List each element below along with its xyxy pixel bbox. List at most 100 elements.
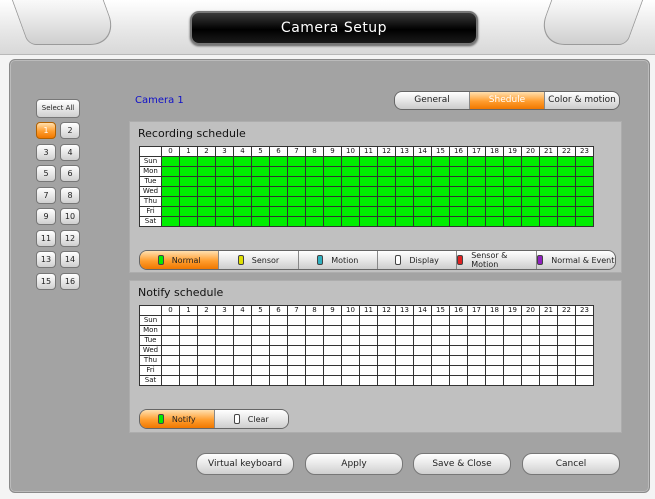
hour-header[interactable]: 2 xyxy=(197,305,216,316)
schedule-cell[interactable] xyxy=(449,156,468,167)
schedule-cell[interactable] xyxy=(161,365,180,376)
schedule-cell[interactable] xyxy=(377,156,396,167)
recording-schedule-grid[interactable]: 0 1 2 3 4 5 6 7 8 9 10 11 12 13 14 15 16 17 18 19 20 21 22 23 Su… xyxy=(139,146,594,227)
schedule-cell[interactable] xyxy=(557,355,576,366)
schedule-cell[interactable] xyxy=(485,216,504,227)
schedule-cell[interactable] xyxy=(449,216,468,227)
hour-header[interactable]: 21 xyxy=(539,146,558,157)
schedule-cell[interactable] xyxy=(179,216,198,227)
schedule-cell[interactable] xyxy=(377,206,396,217)
camera-button-10[interactable]: 10 xyxy=(60,208,80,225)
schedule-cell[interactable] xyxy=(305,335,324,346)
camera-button-2[interactable]: 2 xyxy=(60,122,80,139)
schedule-cell[interactable] xyxy=(413,345,432,356)
schedule-cell[interactable] xyxy=(305,186,324,197)
schedule-cell[interactable] xyxy=(377,196,396,207)
schedule-cell[interactable] xyxy=(215,216,234,227)
schedule-cell[interactable] xyxy=(485,355,504,366)
schedule-cell[interactable] xyxy=(485,166,504,177)
hour-header[interactable]: 20 xyxy=(521,305,540,316)
schedule-cell[interactable] xyxy=(557,196,576,207)
schedule-cell[interactable] xyxy=(431,216,450,227)
schedule-cell[interactable] xyxy=(323,196,342,207)
schedule-cell[interactable] xyxy=(305,315,324,326)
schedule-cell[interactable] xyxy=(179,196,198,207)
schedule-cell[interactable] xyxy=(305,355,324,366)
hour-header[interactable]: 23 xyxy=(575,305,594,316)
schedule-cell[interactable] xyxy=(431,186,450,197)
mode-clear-button[interactable]: Clear xyxy=(214,410,288,428)
schedule-cell[interactable] xyxy=(503,166,522,177)
schedule-cell[interactable] xyxy=(251,156,270,167)
schedule-cell[interactable] xyxy=(467,335,486,346)
schedule-cell[interactable] xyxy=(251,206,270,217)
schedule-cell[interactable] xyxy=(305,365,324,376)
schedule-cell[interactable] xyxy=(251,345,270,356)
schedule-cell[interactable] xyxy=(269,206,288,217)
schedule-cell[interactable] xyxy=(557,216,576,227)
schedule-cell[interactable] xyxy=(539,365,558,376)
day-label[interactable]: Sun xyxy=(139,156,162,167)
schedule-cell[interactable] xyxy=(431,206,450,217)
schedule-cell[interactable] xyxy=(197,365,216,376)
schedule-cell[interactable] xyxy=(305,166,324,177)
day-label[interactable]: Fri xyxy=(139,206,162,217)
schedule-cell[interactable] xyxy=(521,375,540,386)
schedule-cell[interactable] xyxy=(539,345,558,356)
notify-schedule-grid[interactable]: 0 1 2 3 4 5 6 7 8 9 10 11 12 13 14 15 16 17 18 19 20 21 22 23 Su… xyxy=(139,305,594,386)
schedule-cell[interactable] xyxy=(197,375,216,386)
mode-notify-button[interactable]: Notify xyxy=(140,410,215,428)
schedule-cell[interactable] xyxy=(215,355,234,366)
mode-sensor-motion-button[interactable]: Sensor & Motion xyxy=(457,251,537,269)
hour-header[interactable]: 18 xyxy=(485,146,504,157)
schedule-cell[interactable] xyxy=(521,166,540,177)
schedule-cell[interactable] xyxy=(395,325,414,336)
hour-header[interactable]: 23 xyxy=(575,146,594,157)
hour-header[interactable]: 9 xyxy=(323,146,342,157)
schedule-cell[interactable] xyxy=(197,186,216,197)
schedule-cell[interactable] xyxy=(269,365,288,376)
schedule-cell[interactable] xyxy=(377,176,396,187)
camera-button-1[interactable]: 1 xyxy=(36,122,56,139)
schedule-cell[interactable] xyxy=(521,196,540,207)
camera-button-14[interactable]: 14 xyxy=(60,251,80,268)
hour-header[interactable]: 14 xyxy=(413,146,432,157)
schedule-cell[interactable] xyxy=(341,196,360,207)
hour-header[interactable]: 8 xyxy=(305,305,324,316)
schedule-cell[interactable] xyxy=(179,345,198,356)
schedule-cell[interactable] xyxy=(485,206,504,217)
schedule-cell[interactable] xyxy=(269,176,288,187)
schedule-cell[interactable] xyxy=(485,325,504,336)
schedule-cell[interactable] xyxy=(413,176,432,187)
schedule-cell[interactable] xyxy=(485,176,504,187)
schedule-cell[interactable] xyxy=(233,206,252,217)
schedule-cell[interactable] xyxy=(521,355,540,366)
schedule-cell[interactable] xyxy=(575,216,594,227)
schedule-cell[interactable] xyxy=(377,325,396,336)
schedule-cell[interactable] xyxy=(485,345,504,356)
schedule-cell[interactable] xyxy=(467,325,486,336)
schedule-cell[interactable] xyxy=(575,196,594,207)
schedule-cell[interactable] xyxy=(575,186,594,197)
day-label[interactable]: Sat xyxy=(139,216,162,227)
schedule-cell[interactable] xyxy=(521,315,540,326)
day-label[interactable]: Wed xyxy=(139,186,162,197)
schedule-cell[interactable] xyxy=(197,166,216,177)
camera-button-8[interactable]: 8 xyxy=(60,186,80,204)
schedule-cell[interactable] xyxy=(395,186,414,197)
schedule-cell[interactable] xyxy=(179,206,198,217)
schedule-cell[interactable] xyxy=(449,176,468,187)
hour-header[interactable]: 10 xyxy=(341,305,360,316)
schedule-cell[interactable] xyxy=(251,325,270,336)
schedule-cell[interactable] xyxy=(431,335,450,346)
schedule-cell[interactable] xyxy=(215,345,234,356)
schedule-cell[interactable] xyxy=(413,315,432,326)
schedule-cell[interactable] xyxy=(305,156,324,167)
schedule-cell[interactable] xyxy=(557,315,576,326)
schedule-cell[interactable] xyxy=(413,156,432,167)
schedule-cell[interactable] xyxy=(251,355,270,366)
schedule-cell[interactable] xyxy=(449,375,468,386)
hour-header[interactable]: 3 xyxy=(215,305,234,316)
schedule-cell[interactable] xyxy=(503,365,522,376)
schedule-cell[interactable] xyxy=(197,315,216,326)
